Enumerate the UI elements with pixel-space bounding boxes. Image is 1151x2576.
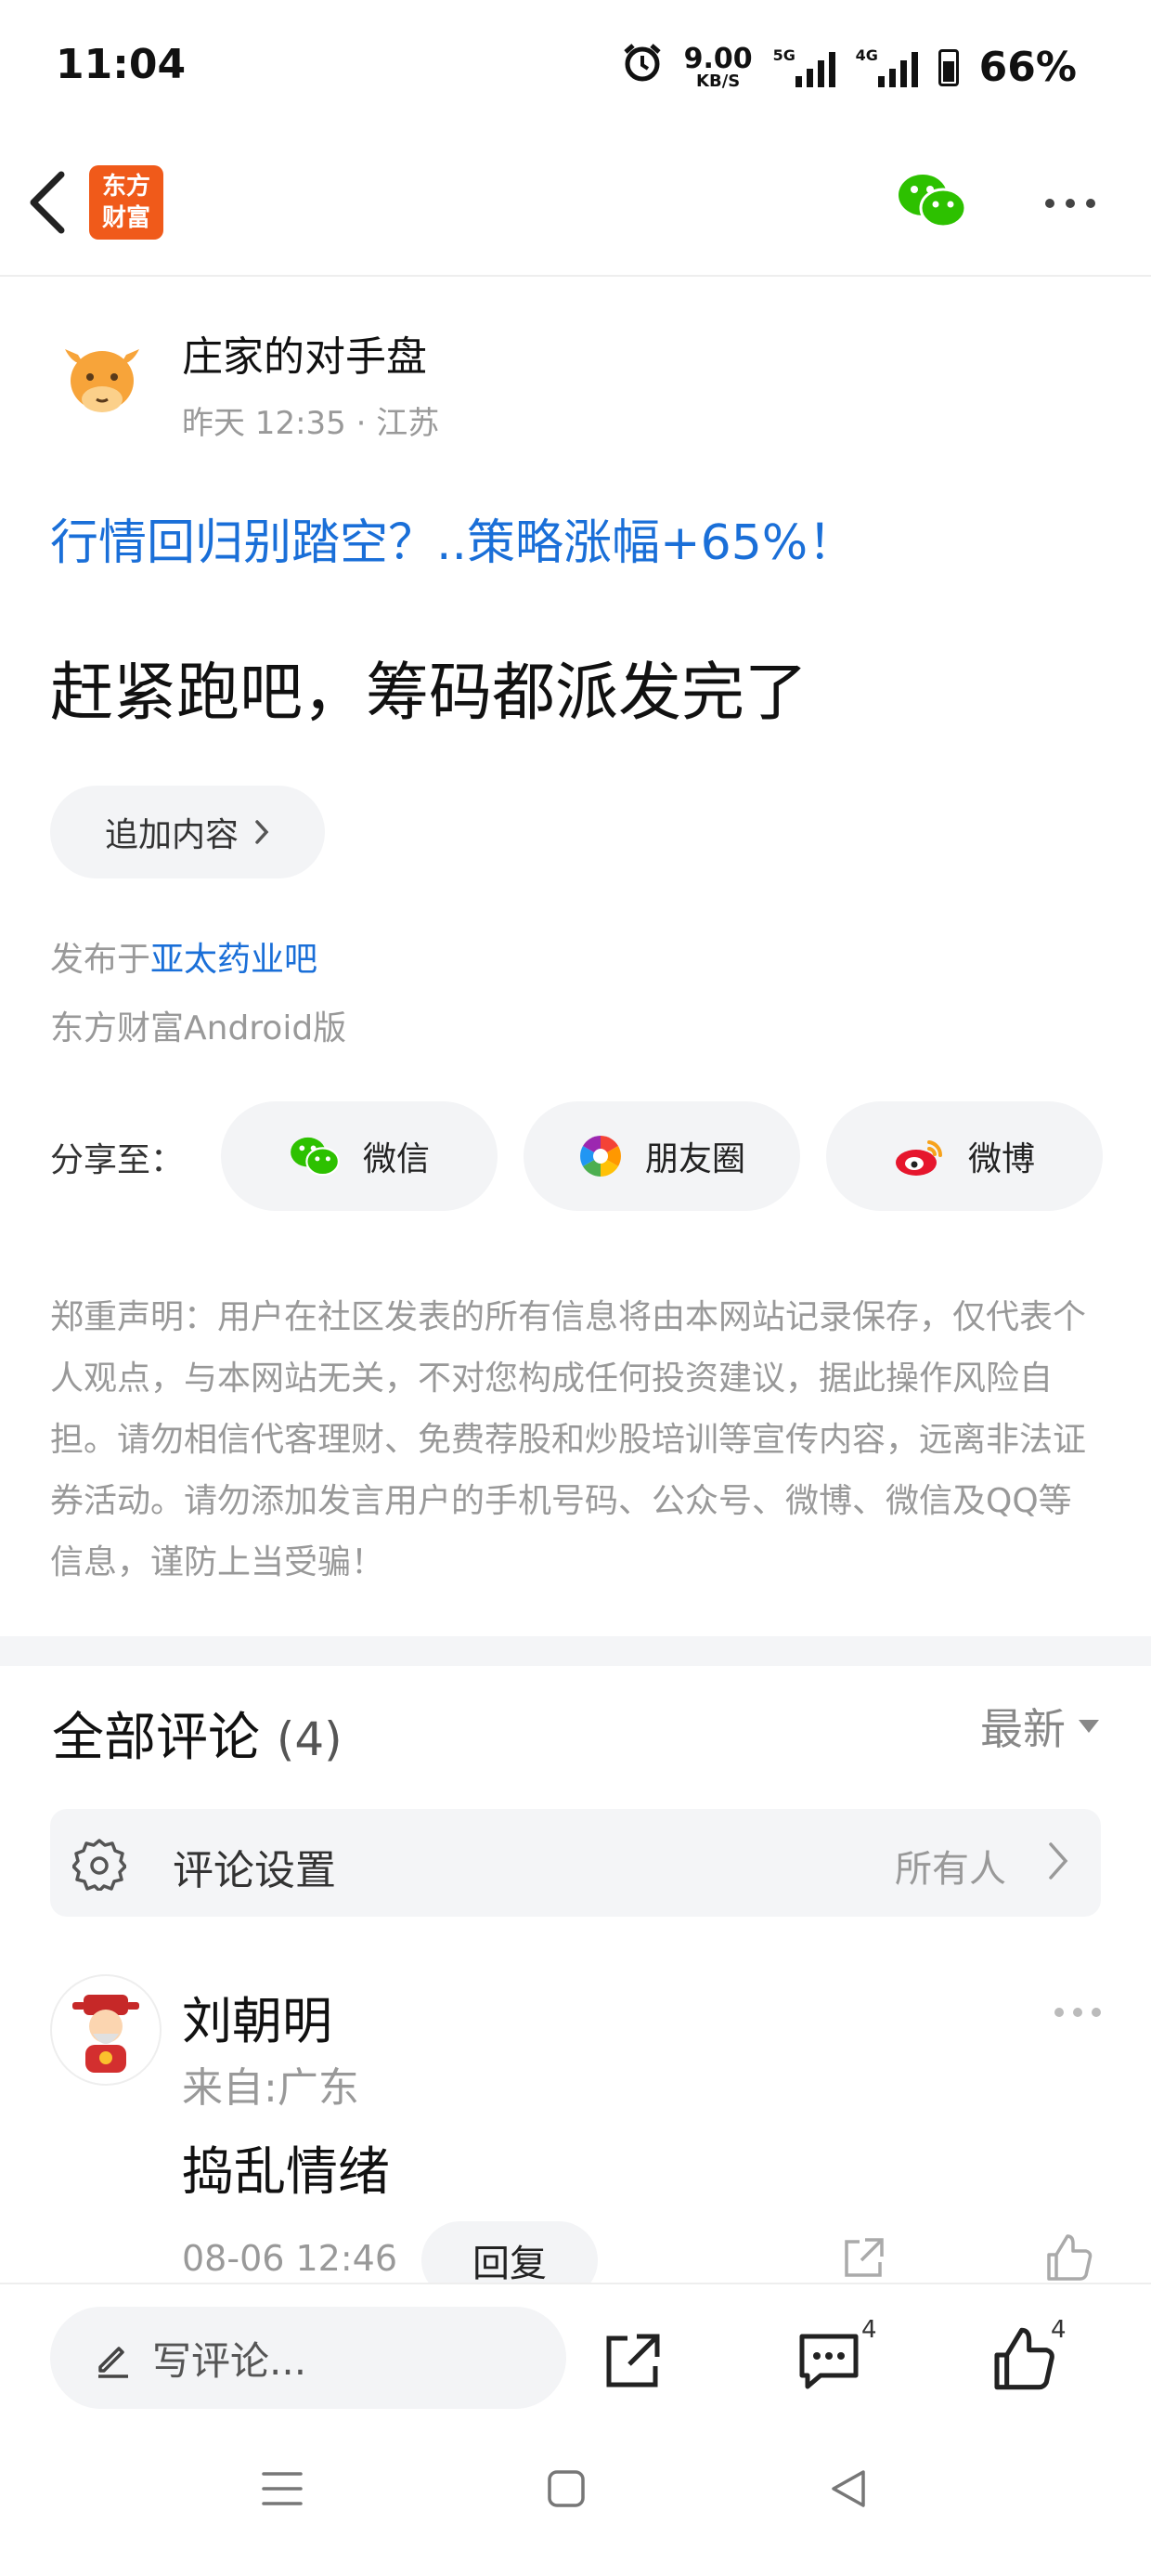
wechat-icon	[291, 1137, 340, 1177]
author-name[interactable]: 庄家的对手盘	[182, 323, 427, 383]
fortune-god-avatar-icon	[72, 1995, 139, 2073]
share-out-icon	[845, 2238, 884, 2277]
square-home-icon	[548, 2470, 585, 2507]
append-content-label: 追加内容	[104, 816, 239, 854]
share-label: 分享至：	[50, 1141, 185, 1179]
post-title: 赶紧跑吧，筹码都派发完了	[50, 657, 808, 730]
comment-share-button[interactable]	[839, 2234, 887, 2286]
home-nav-button[interactable]	[546, 2468, 587, 2513]
write-comment-placeholder: 写评论...	[152, 2337, 307, 2384]
forum-link[interactable]: 亚太药业吧	[150, 941, 317, 979]
sort-dropdown[interactable]: 最新	[980, 1696, 1099, 1757]
back-nav-button[interactable]	[828, 2468, 869, 2513]
comments-count: (4)	[276, 1712, 343, 1766]
comments-title: 全部评论	[52, 1708, 260, 1768]
gear-icon	[72, 1839, 126, 1891]
like-count-badge: 4	[1051, 2316, 1067, 2344]
net-speed: 9.00 KB/S	[683, 42, 753, 91]
comment-text: 捣乱情绪	[182, 2142, 390, 2203]
back-button[interactable]	[24, 169, 72, 240]
commenter-avatar[interactable]	[50, 1974, 162, 2086]
chevron-right-icon	[1049, 1842, 1068, 1880]
chevron-left-icon	[30, 171, 65, 234]
chevron-right-icon	[255, 820, 269, 844]
comment-settings-label: 评论设置	[173, 1847, 336, 1894]
share-out-icon	[606, 2334, 660, 2387]
signal-5g-icon: 5G	[773, 46, 835, 87]
like-post-button[interactable]	[989, 2325, 1056, 2396]
post-time-location: 昨天 12:35 · 江苏	[182, 405, 440, 442]
hamburger-menu-icon	[262, 2472, 303, 2505]
share-moments-label: 朋友圈	[644, 1140, 745, 1178]
top-nav-bar	[0, 149, 1151, 277]
share-post-button[interactable]	[601, 2329, 665, 2396]
disclaimer-text: 郑重声明：用户在社区发表的所有信息将由本网站记录保存，仅代表个人观点，与本网站无…	[50, 1298, 1087, 1581]
ox-avatar-icon	[65, 349, 139, 412]
commenter-name[interactable]: 刘朝明	[182, 1980, 332, 2053]
sort-label: 最新	[980, 1704, 1066, 1754]
comments-heading: 全部评论 (4)	[52, 1696, 343, 1771]
battery-icon	[938, 48, 959, 86]
triangle-back-icon	[832, 2470, 865, 2507]
share-wechat-button[interactable]: 微信	[221, 1101, 498, 1211]
share-weibo-label: 微博	[967, 1140, 1035, 1178]
weibo-icon	[895, 1140, 942, 1176]
promo-link[interactable]: 行情回归别踏空？..策略涨幅+65%！	[50, 503, 856, 573]
write-comment-input[interactable]: 写评论...	[50, 2307, 566, 2409]
comment-settings-row[interactable]: 评论设置 所有人	[50, 1809, 1101, 1917]
alarm-icon	[621, 41, 664, 94]
wechat-share-button[interactable]	[897, 171, 967, 234]
published-in: 发布于亚太药业吧	[50, 932, 317, 981]
comment-bubble-icon	[799, 2334, 859, 2389]
more-options-button[interactable]	[1045, 199, 1095, 208]
status-icons: 9.00 KB/S 5G 4G 66%	[621, 41, 1077, 94]
dropdown-triangle-icon	[1079, 1720, 1099, 1733]
app-logo: 东方 财富	[89, 165, 163, 240]
author-avatar[interactable]	[59, 336, 145, 422]
comment-like-button[interactable]	[1043, 2232, 1093, 2286]
share-moments-button[interactable]: 朋友圈	[524, 1101, 800, 1211]
share-wechat-label: 微信	[362, 1140, 430, 1178]
signal-4g-icon: 4G	[856, 46, 918, 87]
comments-button[interactable]	[796, 2329, 861, 2398]
comment-settings-value: 所有人	[895, 1848, 1006, 1891]
wechat-icon	[899, 175, 967, 228]
append-content-button[interactable]: 追加内容	[50, 786, 325, 878]
platform-label: 东方财富Android版	[50, 1009, 347, 1047]
battery-percent: 66%	[978, 44, 1077, 91]
commenter-location: 来自:广东	[182, 2064, 359, 2112]
section-divider	[0, 1636, 1151, 1666]
comment-more-button[interactable]	[1054, 2008, 1101, 2017]
thumbs-up-icon	[994, 2327, 1054, 2390]
pencil-icon	[98, 2347, 128, 2378]
share-weibo-button[interactable]: 微博	[826, 1101, 1103, 1211]
moments-aperture-icon	[580, 1136, 621, 1177]
comment-count-badge: 4	[861, 2316, 877, 2344]
comment-date: 08-06 12:46	[182, 2238, 398, 2279]
published-prefix: 发布于	[50, 941, 151, 979]
status-time: 11:04	[56, 41, 187, 88]
reply-label: 回复	[472, 2243, 547, 2285]
thumbs-up-icon	[1047, 2234, 1093, 2281]
menu-nav-button[interactable]	[260, 2468, 304, 2513]
